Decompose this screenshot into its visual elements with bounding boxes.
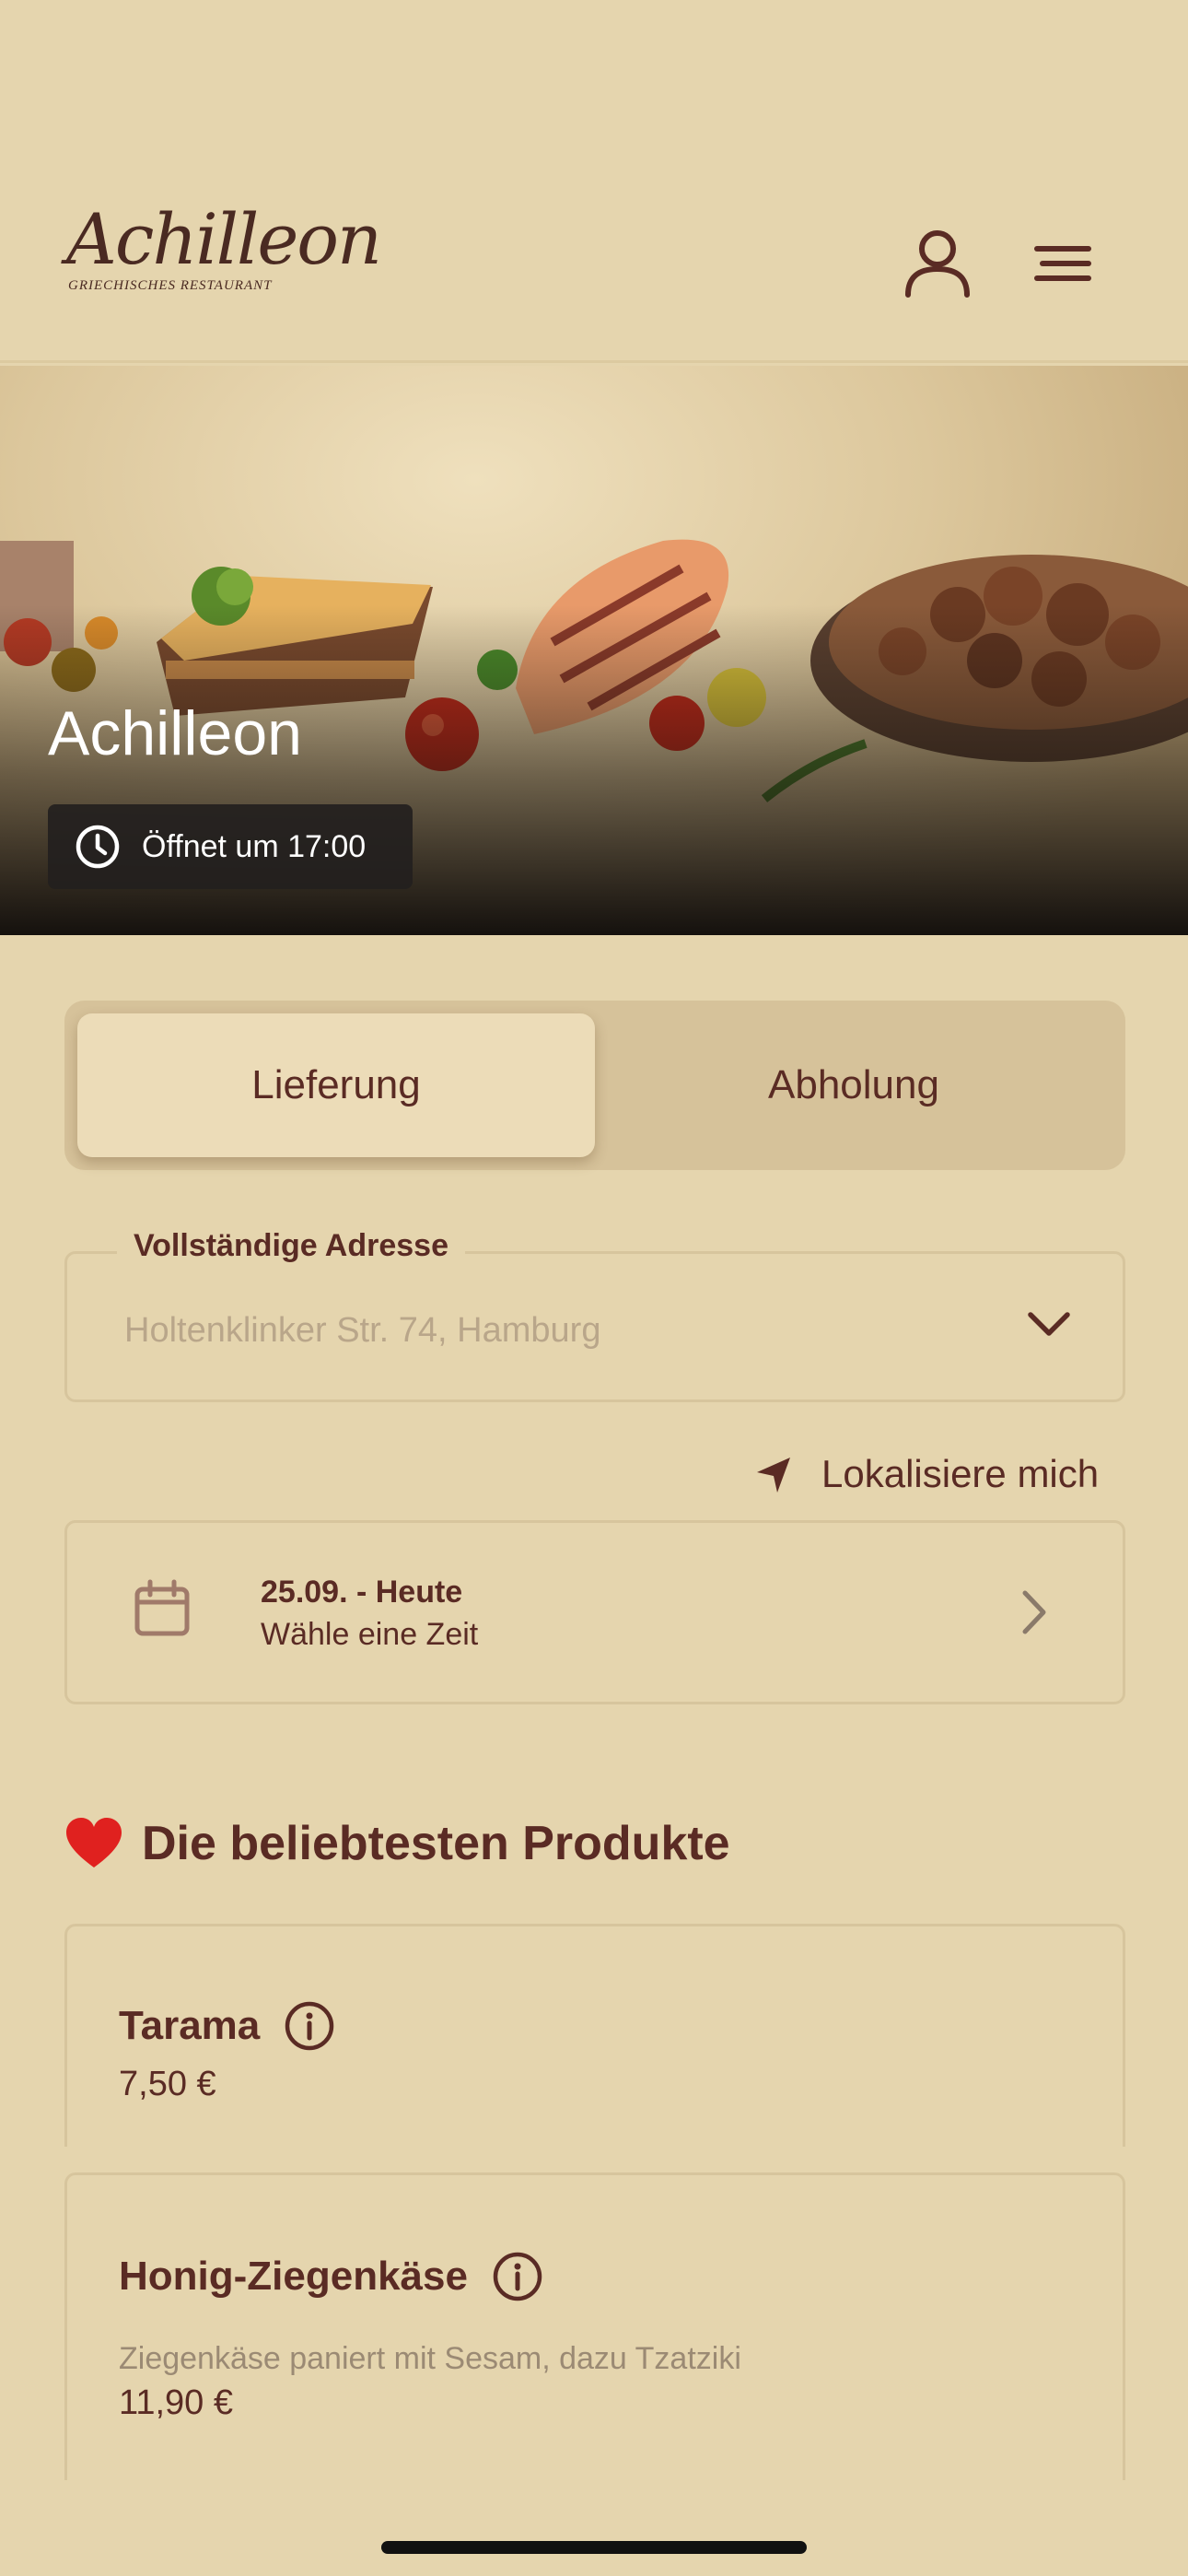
date-subtitle: Wähle eine Zeit (261, 1617, 479, 1652)
popular-products-heading: Die beliebtesten Produkte (142, 1817, 730, 1870)
address-label: Vollständige Adresse (117, 1228, 465, 1264)
logo-script-text: Achilleon (66, 198, 382, 280)
product-price: 7,50 € (119, 2065, 216, 2103)
heart-icon (66, 1818, 122, 1868)
date-title: 25.09. - Heute (261, 1575, 463, 1610)
product-name: Tarama (119, 2003, 261, 2048)
product-card[interactable]: Honig-Ziegenkäse Ziegenkäse paniert mit … (64, 2172, 1125, 2480)
chevron-down-icon (1028, 1312, 1070, 1336)
order-mode-toggle: Lieferung Abholung (64, 1001, 1125, 1170)
user-account-button[interactable] (899, 225, 976, 302)
product-name-row: Tarama (119, 2000, 335, 2052)
home-indicator[interactable] (381, 2541, 807, 2554)
restaurant-name: Achilleon (48, 698, 302, 768)
menu-button[interactable] (1024, 230, 1101, 297)
hamburger-menu-icon (1034, 246, 1091, 281)
address-select[interactable]: Vollständige Adresse Holtenklinker Str. … (64, 1228, 1125, 1402)
product-name: Honig-Ziegenkäse (119, 2254, 468, 2299)
info-icon[interactable] (492, 2251, 543, 2302)
date-time-picker[interactable]: 25.09. - Heute Wähle eine Zeit (64, 1520, 1125, 1704)
product-name-row: Honig-Ziegenkäse (119, 2251, 543, 2302)
logo-subtitle: GRIECHISCHES RESTAURANT (68, 278, 273, 293)
locate-me-label: Lokalisiere mich (821, 1452, 1100, 1495)
tab-lieferung[interactable]: Lieferung (77, 1013, 595, 1157)
app-header: Achilleon GRIECHISCHES RESTAURANT (0, 0, 1188, 363)
product-description: Ziegenkäse paniert mit Sesam, dazu Tzatz… (119, 2341, 741, 2376)
hero-banner: Achilleon Öffnet um 17:00 (0, 366, 1188, 935)
location-arrow-icon (757, 1458, 790, 1493)
user-icon (905, 230, 970, 298)
clock-icon (76, 825, 120, 869)
product-price: 11,90 € (119, 2383, 233, 2422)
popular-products-title: Die beliebtesten Produkte (64, 1811, 730, 1876)
calendar-icon (134, 1579, 190, 1636)
address-placeholder: Holtenklinker Str. 74, Hamburg (124, 1311, 601, 1350)
locate-me-button[interactable]: Lokalisiere mich (753, 1445, 1099, 1504)
opening-status-badge: Öffnet um 17:00 (48, 804, 413, 889)
opening-status-text: Öffnet um 17:00 (142, 828, 367, 864)
product-card[interactable]: Tarama 7,50 € (64, 1924, 1125, 2147)
restaurant-logo[interactable]: Achilleon GRIECHISCHES RESTAURANT (66, 198, 382, 306)
tab-abholung[interactable]: Abholung (595, 1013, 1112, 1157)
info-icon[interactable] (284, 2000, 335, 2052)
chevron-right-icon (1022, 1590, 1046, 1634)
